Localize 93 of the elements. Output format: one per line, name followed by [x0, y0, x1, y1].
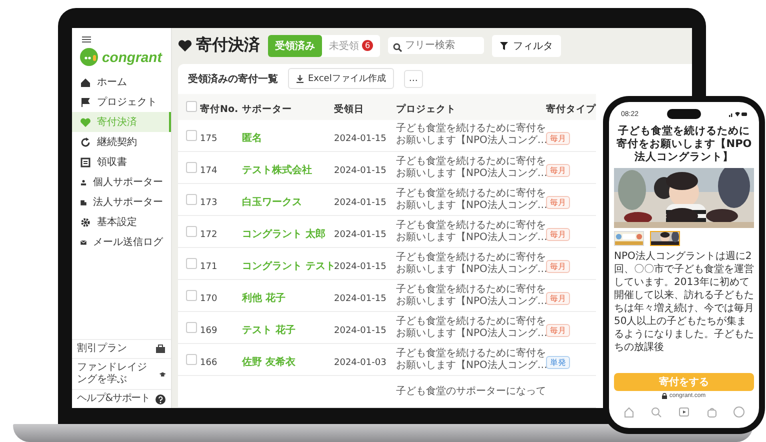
gear-icon	[80, 216, 91, 228]
type-tag: 単発	[546, 356, 570, 369]
checkbox[interactable]	[186, 162, 197, 173]
checkbox[interactable]	[186, 226, 197, 237]
column-header: プロジェクト	[396, 104, 456, 115]
project-name: 子ども食堂を続けるために寄付を お願いします【NPO法人コング…	[396, 123, 548, 148]
table-cell: 2024-01-15	[334, 134, 386, 144]
table-cell: 171	[200, 262, 218, 272]
table-cell: 2024-01-15	[334, 166, 386, 176]
project-name: 子ども食堂を続けるために寄付を お願いします【NPO法人コング…	[396, 316, 548, 340]
column-header: サポーター	[242, 104, 292, 115]
checkbox[interactable]	[186, 290, 197, 301]
type-tag: 毎月	[546, 196, 570, 209]
more-button[interactable]: …	[404, 70, 423, 88]
table-cell: 174	[200, 166, 218, 176]
thumbnail[interactable]	[650, 231, 680, 246]
sidebar-link[interactable]: ヘルプ&サポート	[72, 389, 171, 408]
filter-button[interactable]: フィルタ	[492, 34, 561, 57]
search-icon[interactable]	[650, 406, 662, 418]
table-cell: 2024-01-15	[334, 326, 386, 336]
sidebar-item[interactable]: 個人サポーター	[72, 172, 171, 192]
card-title: 受領済みの寄付一覧	[188, 72, 278, 86]
sidebar-item[interactable]: 基本設定	[72, 212, 171, 232]
sidebar-link[interactable]: ファンドレイジングを学ぶ	[72, 358, 171, 389]
bag-icon[interactable]	[706, 406, 718, 418]
logo-icon	[80, 48, 98, 66]
sidebar-item[interactable]: プロジェクト	[72, 92, 171, 112]
flag-icon	[80, 96, 91, 108]
project-name: 子ども食堂を続けるために寄付を お願いします【NPO法人コング…	[396, 220, 548, 244]
download-icon	[296, 74, 304, 82]
count-badge: 6	[362, 40, 373, 52]
briefcase-icon	[155, 344, 166, 354]
export-button[interactable]: Excelファイル作成	[288, 68, 394, 89]
project-title: 子ども食堂を続けるために寄付をお願いします【NPO法人コングラント】	[615, 124, 753, 165]
table-cell: 173	[200, 198, 218, 208]
checkbox[interactable]	[186, 130, 197, 141]
profile-icon[interactable]	[733, 406, 746, 418]
sidebar-item[interactable]: メール送信ログ	[72, 232, 171, 252]
page-title: 寄付決済	[196, 35, 260, 56]
project-name: 子ども食堂を続けるために寄付を お願いします【NPO法人コング…	[396, 348, 548, 372]
description-text: NPO法人コングラントは週に2回、〇〇市で子ども食堂を運営しています。2013年に初めて開催して以来、訪れる子どもたちは年々増え続け、今では毎月50人以上の子どもたちが集まるようになりました。子どもたちの放課後	[613, 250, 755, 355]
project-name: 子ども食堂を続けるために寄付を お願いします【NPO法人コング…	[396, 156, 548, 180]
status-icons	[729, 111, 747, 117]
checkbox[interactable]	[186, 322, 197, 333]
filter-icon	[500, 42, 508, 50]
help-icon	[155, 394, 166, 404]
table-cell: 2024-01-15	[334, 230, 386, 240]
thumbnail[interactable]	[614, 231, 644, 246]
table-cell: 2024-01-15	[334, 262, 386, 272]
project-name: 子ども食堂を続けるために寄付を お願いします【NPO法人コング…	[396, 284, 548, 308]
table-cell: 175	[200, 134, 218, 144]
sidebar-item[interactable]: 継続契約	[72, 132, 171, 152]
home-icon	[80, 76, 91, 88]
logo-text: congrant	[102, 49, 162, 65]
type-tag: 毎月	[546, 292, 570, 305]
project-name: 子ども食堂を続けるために寄付を お願いします【NPO法人コング…	[396, 252, 548, 276]
home-icon[interactable]	[622, 406, 635, 418]
project-name: 子ども食堂のサポーターになって	[396, 386, 546, 398]
sidebar-item[interactable]: 領収書	[72, 152, 171, 172]
table-cell: 170	[200, 294, 218, 304]
play-icon[interactable]	[678, 406, 690, 418]
menu-icon	[82, 36, 91, 43]
table-cell: 172	[200, 230, 218, 240]
type-tag: 毎月	[546, 164, 570, 177]
column-header: 受領日	[334, 104, 364, 115]
checkbox[interactable]	[186, 194, 197, 205]
type-tag: 毎月	[546, 132, 570, 145]
table-cell: 166	[200, 358, 218, 368]
column-header: 寄付タイプ	[546, 104, 596, 115]
sidebar-item[interactable]: ホーム	[72, 72, 171, 92]
document-icon	[80, 156, 91, 168]
table-cell: 169	[200, 326, 218, 336]
checkbox[interactable]	[186, 258, 197, 269]
project-name: 子ども食堂を続けるために寄付を お願いします【NPO法人コング…	[396, 188, 548, 212]
sidebar-link[interactable]: 割引プラン	[72, 339, 171, 358]
checkbox[interactable]	[186, 354, 197, 365]
tab[interactable]: 未受領 6	[322, 34, 380, 57]
column-header: 寄付No.	[200, 104, 238, 115]
search-field[interactable]: フリー検索	[388, 37, 484, 54]
lock-icon	[662, 393, 668, 399]
heart-icon	[178, 39, 192, 52]
search-icon	[393, 43, 402, 52]
type-tag: 毎月	[546, 228, 570, 241]
type-tag: 毎月	[546, 324, 570, 337]
type-tag: 毎月	[546, 260, 570, 273]
table-cell: 2024-01-03	[334, 358, 386, 368]
checkbox[interactable]	[186, 101, 197, 112]
table-cell: 2024-01-15	[334, 198, 386, 208]
refresh-icon	[80, 136, 91, 148]
heart-icon	[80, 116, 91, 128]
sidebar-item[interactable]: 法人サポーター	[72, 192, 171, 212]
camera-notch	[666, 109, 701, 119]
table-cell: 2024-01-15	[334, 294, 386, 304]
